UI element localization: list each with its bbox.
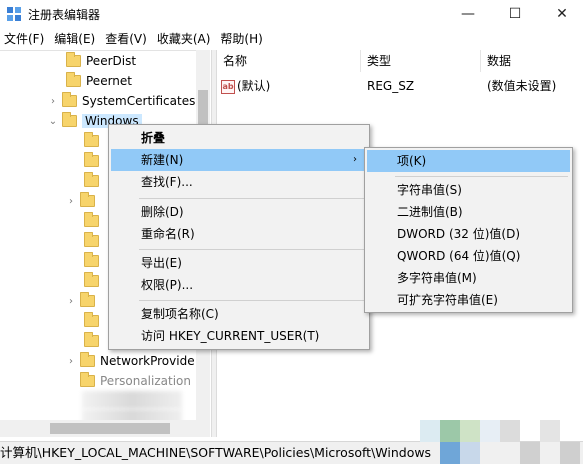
- chevron-right-icon[interactable]: ›: [66, 196, 76, 207]
- submenu-item-string-value[interactable]: 字符串值(S): [367, 179, 570, 201]
- menu-item-export[interactable]: 导出(E): [111, 252, 367, 274]
- menu-item-goto-hkcu[interactable]: 访问 HKEY_CURRENT_USER(T): [111, 325, 367, 347]
- value-name: (默认): [237, 79, 271, 93]
- new-submenu: 项(K) 字符串值(S) 二进制值(B) DWORD (32 位)值(D) QW…: [364, 147, 573, 313]
- menu-item-permissions[interactable]: 权限(P)...: [111, 274, 367, 296]
- menu-item-collapse[interactable]: 折叠: [111, 127, 367, 149]
- blurred-tree-item: [82, 391, 182, 409]
- submenu-item-dword-value[interactable]: DWORD (32 位)值(D): [367, 223, 570, 245]
- tree-item-label: PeerDist: [86, 54, 137, 68]
- folder-icon: [84, 312, 99, 327]
- close-button[interactable]: ✕: [540, 0, 583, 28]
- folder-icon: [84, 332, 99, 347]
- tree-child-folder[interactable]: ›: [66, 191, 100, 211]
- tree-item-systemcertificates[interactable]: › SystemCertificates: [48, 91, 195, 111]
- scrollbar-thumb[interactable]: [50, 423, 170, 434]
- submenu-item-binary-value[interactable]: 二进制值(B): [367, 201, 570, 223]
- value-type: REG_SZ: [367, 79, 415, 93]
- tree-item-label: SystemCertificates: [82, 94, 196, 108]
- registry-path: 计算机\HKEY_LOCAL_MACHINE\SOFTWARE\Policies…: [0, 445, 432, 460]
- tree-item-personalization[interactable]: Personalization: [80, 371, 191, 391]
- menu-item-new[interactable]: 新建(N) ›: [111, 149, 367, 171]
- tree-child-folder[interactable]: [84, 311, 104, 331]
- menu-item-find[interactable]: 查找(F)...: [111, 171, 367, 193]
- chevron-right-icon[interactable]: ›: [66, 296, 76, 307]
- menu-separator: [139, 198, 365, 199]
- tree-child-folder[interactable]: [84, 171, 104, 191]
- chevron-right-icon[interactable]: ›: [66, 356, 76, 367]
- menu-view[interactable]: 查看(V): [101, 29, 153, 49]
- folder-icon: [84, 232, 99, 247]
- tree-child-folder[interactable]: [84, 251, 104, 271]
- maximize-button[interactable]: ☐: [493, 0, 537, 28]
- value-row-default[interactable]: ab (默认): [221, 76, 270, 96]
- folder-icon: [84, 132, 99, 147]
- folder-icon: [66, 52, 81, 67]
- menu-item-copy-key-name[interactable]: 复制项名称(C): [111, 303, 367, 325]
- tree-item-label: NetworkProvide: [100, 354, 195, 368]
- folder-icon: [84, 252, 99, 267]
- tree-child-folder[interactable]: [84, 151, 104, 171]
- menu-item-rename[interactable]: 重命名(R): [111, 223, 367, 245]
- menu-help[interactable]: 帮助(H): [216, 29, 268, 49]
- submenu-item-multi-string-value[interactable]: 多字符串值(M): [367, 267, 570, 289]
- folder-icon: [80, 192, 95, 207]
- menu-separator: [139, 300, 365, 301]
- folder-icon: [84, 172, 99, 187]
- submenu-item-expandable-string-value[interactable]: 可扩充字符串值(E): [367, 289, 570, 311]
- menu-bar: 文件(F) 编辑(E) 查看(V) 收藏夹(A) 帮助(H): [0, 29, 583, 49]
- submenu-arrow-icon: ›: [353, 154, 357, 165]
- tree-horizontal-scrollbar[interactable]: [0, 420, 196, 437]
- folder-icon: [80, 352, 95, 367]
- folder-icon: [80, 372, 95, 387]
- menu-item-delete[interactable]: 删除(D): [111, 201, 367, 223]
- folder-icon: [84, 272, 99, 287]
- value-data: (数值未设置): [487, 79, 557, 93]
- menu-edit[interactable]: 编辑(E): [50, 29, 101, 49]
- blurred-corner: [420, 420, 583, 464]
- window-title: 注册表编辑器: [28, 8, 101, 22]
- tree-item-peerdist[interactable]: PeerDist: [66, 51, 136, 71]
- tree-child-folder[interactable]: ›: [66, 291, 100, 311]
- menu-file[interactable]: 文件(F): [0, 29, 50, 49]
- submenu-item-key[interactable]: 项(K): [367, 150, 570, 172]
- folder-icon: [84, 152, 99, 167]
- tree-child-folder[interactable]: [84, 131, 104, 151]
- column-header-name[interactable]: 名称: [217, 50, 361, 72]
- tree-child-folder[interactable]: [84, 331, 104, 351]
- minimize-button[interactable]: —: [446, 0, 490, 28]
- menu-separator: [395, 176, 568, 177]
- tree-child-folder[interactable]: [84, 231, 104, 251]
- menu-item-label: 新建(N): [141, 153, 184, 167]
- title-bar: 注册表编辑器 — ☐ ✕: [0, 0, 583, 28]
- registry-app-icon: [7, 7, 21, 21]
- chevron-down-icon[interactable]: ⌄: [48, 116, 58, 127]
- column-header-type[interactable]: 类型: [361, 50, 481, 72]
- tree-item-label: Personalization: [100, 374, 191, 388]
- folder-icon: [62, 112, 77, 127]
- folder-icon: [62, 92, 77, 107]
- tree-item-label: Peernet: [86, 74, 132, 88]
- string-value-icon: ab: [221, 79, 235, 94]
- chevron-right-icon[interactable]: ›: [48, 96, 58, 107]
- tree-item-networkprovider[interactable]: › NetworkProvide: [66, 351, 195, 371]
- folder-icon: [80, 292, 95, 307]
- tree-child-folder[interactable]: [84, 271, 104, 291]
- folder-icon: [66, 72, 81, 87]
- folder-icon: [84, 212, 99, 227]
- context-menu: 折叠 新建(N) › 查找(F)... 删除(D) 重命名(R) 导出(E) 权…: [108, 124, 370, 350]
- menu-favorites[interactable]: 收藏夹(A): [153, 29, 217, 49]
- submenu-item-qword-value[interactable]: QWORD (64 位)值(Q): [367, 245, 570, 267]
- tree-item-peernet[interactable]: Peernet: [66, 71, 132, 91]
- menu-separator: [139, 249, 365, 250]
- tree-child-folder[interactable]: [84, 211, 104, 231]
- column-header-data[interactable]: 数据: [481, 50, 583, 72]
